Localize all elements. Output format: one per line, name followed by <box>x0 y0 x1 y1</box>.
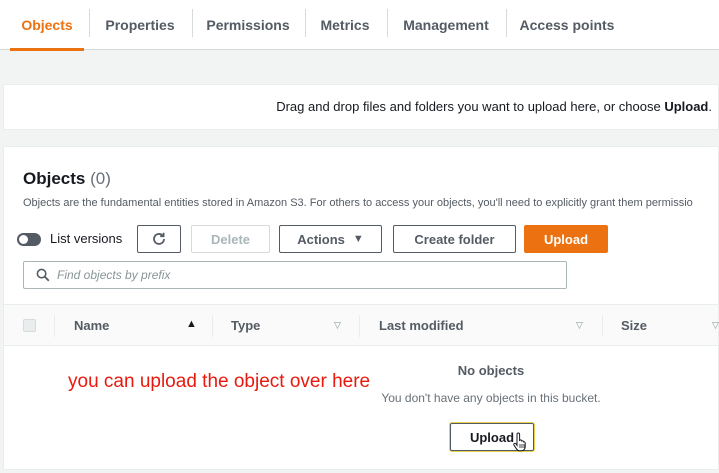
column-header-name[interactable]: Name <box>74 318 109 333</box>
column-header-type[interactable]: Type <box>231 318 260 333</box>
delete-button[interactable]: Delete <box>191 225 270 253</box>
sort-icon[interactable]: ▽ <box>334 320 341 331</box>
tab-divider <box>192 9 193 37</box>
tab-objects[interactable]: Objects <box>6 0 88 51</box>
upload-dropzone[interactable]: Drag and drop files and folders you want… <box>3 84 719 130</box>
sort-ascending-icon[interactable]: ▲ <box>186 318 197 330</box>
column-divider <box>54 315 55 337</box>
tab-properties[interactable]: Properties <box>95 0 185 50</box>
tab-permissions[interactable]: Permissions <box>198 0 298 50</box>
tab-divider <box>506 9 507 37</box>
dropzone-upload-link[interactable]: Upload <box>664 99 708 114</box>
hand-cursor-icon <box>513 432 526 452</box>
search-placeholder: Find objects by prefix <box>57 268 171 282</box>
tab-metrics[interactable]: Metrics <box>311 0 379 50</box>
sort-icon[interactable]: ▽ <box>712 320 719 331</box>
tab-access-points[interactable]: Access points <box>513 0 621 50</box>
dropzone-text: Drag and drop files and folders you want… <box>276 99 712 114</box>
sort-icon[interactable]: ▽ <box>576 320 583 331</box>
list-versions-toggle[interactable] <box>17 233 41 246</box>
tab-bar: Objects Properties Permissions Metrics M… <box>0 0 719 51</box>
caret-down-icon: ▼ <box>352 233 364 245</box>
actions-dropdown[interactable]: Actions ▼ <box>279 225 382 253</box>
search-input[interactable]: Find objects by prefix <box>23 261 567 289</box>
column-divider <box>212 315 213 337</box>
objects-count: (0) <box>90 169 111 188</box>
tab-divider <box>89 9 90 37</box>
column-header-size[interactable]: Size <box>621 318 647 333</box>
list-versions-label: List versions <box>50 231 123 246</box>
annotation-text: you can upload the object over here <box>68 371 371 392</box>
tab-divider <box>305 9 306 37</box>
refresh-button[interactable] <box>137 225 181 253</box>
actions-label: Actions <box>297 231 345 247</box>
create-folder-button[interactable]: Create folder <box>393 225 516 253</box>
dropzone-suffix: . <box>708 99 712 114</box>
column-header-last-modified[interactable]: Last modified <box>379 318 464 333</box>
empty-state-title: No objects <box>457 363 525 378</box>
tab-divider <box>387 9 388 37</box>
search-icon <box>36 268 50 282</box>
select-all-checkbox[interactable] <box>23 319 36 332</box>
empty-state-description: You don't have any objects in this bucke… <box>381 391 601 405</box>
objects-heading: Objects (0) <box>23 169 111 189</box>
column-divider <box>359 315 360 337</box>
objects-title: Objects <box>23 169 86 188</box>
upload-button[interactable]: Upload <box>524 225 608 253</box>
objects-description: Objects are the fundamental entities sto… <box>23 197 693 209</box>
table-header: Name ▲ Type ▽ Last modified ▽ Size ▽ <box>4 304 719 346</box>
tab-management[interactable]: Management <box>394 0 498 50</box>
objects-panel: Objects (0) Objects are the fundamental … <box>3 146 719 470</box>
dropzone-instructions: Drag and drop files and folders you want… <box>276 99 661 114</box>
refresh-icon <box>153 232 165 245</box>
column-divider <box>602 315 603 337</box>
